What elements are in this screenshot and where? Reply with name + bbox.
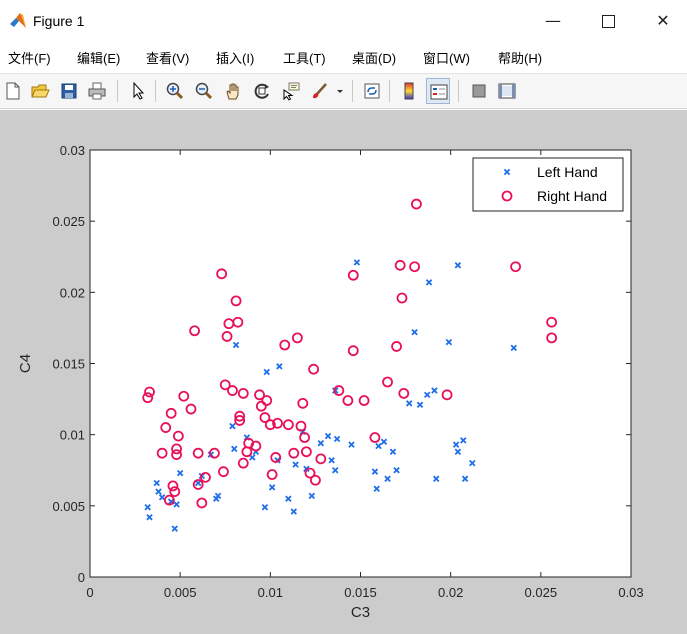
rotate-3d-icon (254, 83, 269, 99)
show-plot-tools-button[interactable] (495, 78, 519, 104)
toolbar-separator (155, 80, 156, 102)
colorbar-icon (404, 82, 414, 100)
print-icon (88, 82, 106, 100)
scatter-plot[interactable]: 0 0.005 0.01 0.015 0.02 0.025 0.03 0 0.005 0.01 0.… (0, 110, 687, 634)
select-pointer-icon (133, 81, 145, 100)
pan-hand-icon (226, 83, 239, 100)
open-file-icon (31, 84, 50, 98)
hide-plot-tools-icon (472, 84, 486, 98)
close-button[interactable]: ✕ (643, 8, 683, 34)
x-tick-label: 0.03 (618, 585, 643, 600)
menu-tools[interactable]: 工具(T) (283, 48, 326, 67)
y-tick-label: 0.03 (60, 143, 85, 158)
chevron-down-icon (337, 90, 343, 93)
zoom-in-icon (166, 82, 184, 100)
show-plot-tools-icon (498, 83, 516, 99)
x-tick-label: 0 (86, 585, 93, 600)
x-axis-label: C3 (351, 604, 370, 621)
toolbar-separator (352, 80, 353, 102)
y-tick-label: 0.02 (60, 285, 85, 300)
zoom-in-button[interactable] (163, 78, 187, 104)
hide-plot-tools-button[interactable] (467, 78, 491, 104)
x-tick-label: 0.015 (344, 585, 377, 600)
matlab-logo-icon (10, 13, 26, 28)
x-tick-label: 0.005 (164, 585, 197, 600)
legend-label-right-hand: Right Hand (537, 188, 607, 204)
menu-edit[interactable]: 编辑(E) (77, 48, 120, 67)
minimize-button[interactable]: — (533, 8, 573, 34)
toolbar (0, 73, 687, 109)
window-title: Figure 1 (33, 13, 85, 29)
legend-label-left-hand: Left Hand (537, 164, 598, 180)
menu-view[interactable]: 查看(V) (146, 48, 189, 67)
title-bar: Figure 1 — ✕ (0, 0, 687, 42)
data-cursor-icon (283, 82, 300, 101)
maximize-button[interactable] (588, 8, 628, 34)
menu-help[interactable]: 帮助(H) (498, 48, 542, 67)
zoom-out-button[interactable] (192, 78, 216, 104)
open-file-button[interactable] (28, 78, 52, 104)
maximize-icon (601, 15, 615, 28)
menu-insert[interactable]: 插入(I) (216, 48, 254, 67)
new-figure-button[interactable] (1, 78, 25, 104)
print-button[interactable] (85, 78, 109, 104)
toolbar-separator (458, 80, 459, 102)
figure-area: 0 0.005 0.01 0.015 0.02 0.025 0.03 0 0.005 0.01 0.… (0, 110, 687, 634)
legend-icon (430, 84, 448, 100)
x-tick-label: 0.025 (525, 585, 558, 600)
toolbar-separator (389, 80, 390, 102)
save-icon (61, 83, 77, 99)
link-plot-icon (364, 83, 380, 99)
brush-dropdown-button[interactable] (333, 78, 347, 104)
insert-colorbar-button[interactable] (397, 78, 421, 104)
y-tick-label: 0.01 (60, 428, 85, 443)
y-tick-label: 0.015 (52, 357, 85, 372)
new-figure-icon (6, 82, 20, 100)
menu-window[interactable]: 窗口(W) (423, 48, 470, 67)
x-tick-label: 0.02 (438, 585, 463, 600)
save-button[interactable] (57, 78, 81, 104)
data-cursor-button[interactable] (279, 78, 303, 104)
toolbar-separator (117, 80, 118, 102)
y-tick-label: 0.025 (52, 214, 85, 229)
x-tick-label: 0.01 (258, 585, 283, 600)
y-tick-label: 0 (78, 570, 85, 585)
zoom-out-icon (195, 82, 213, 100)
brush-button[interactable] (308, 78, 332, 104)
axes-box (89, 149, 632, 578)
y-axis-label: C4 (17, 354, 34, 373)
menu-desktop[interactable]: 桌面(D) (352, 48, 396, 67)
menu-file[interactable]: 文件(F) (8, 48, 51, 67)
brush-icon (313, 83, 327, 99)
insert-legend-button[interactable] (426, 78, 450, 104)
pan-button[interactable] (221, 78, 245, 104)
rotate-3d-button[interactable] (250, 78, 274, 104)
link-plot-button[interactable] (360, 78, 384, 104)
select-pointer-button[interactable] (126, 78, 150, 104)
y-tick-label: 0.005 (52, 499, 85, 514)
menu-bar: 文件(F) 编辑(E) 查看(V) 插入(I) 工具(T) 桌面(D) 窗口(W… (0, 44, 687, 71)
